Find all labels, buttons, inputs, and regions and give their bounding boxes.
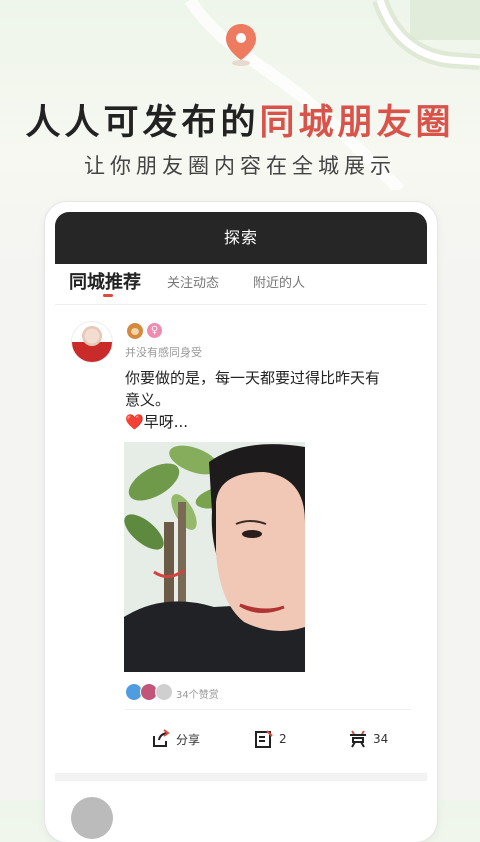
divider [125, 709, 411, 710]
reward-icon [350, 730, 366, 748]
username[interactable]: 并没有感同身受 [125, 344, 202, 360]
post-photo[interactable] [124, 442, 305, 672]
hero-title: 人人可发布的同城朋友圈 [0, 94, 480, 145]
post-separator [55, 773, 427, 781]
post-text-line: 意义。 [125, 391, 171, 409]
app-header: 探索 [55, 212, 427, 264]
comment-button[interactable]: 2 [254, 729, 287, 749]
share-icon [153, 729, 170, 747]
monkey-badge-icon [127, 323, 143, 339]
share-label: 分享 [176, 732, 201, 747]
tab-bar: 同城推荐 关注动态 附近的人 [55, 264, 427, 305]
selfie-photo [124, 442, 305, 672]
user-badges: ♀ [127, 323, 162, 339]
tab-nearby[interactable]: 附近的人 [253, 272, 305, 291]
header-title: 探索 [223, 228, 258, 247]
liker-avatars[interactable] [125, 683, 173, 701]
app-screen: 探索 同城推荐 关注动态 附近的人 ♀ 并没有感同身受 你要做的是，每一天都要过… [55, 212, 427, 842]
liker-avatar [155, 683, 173, 701]
hero-title-main: 人人可发布的 [25, 103, 260, 143]
post-text-line: 你要做的是，每一天都要过得比昨天有 [125, 369, 381, 387]
reward-button[interactable]: 34 [348, 729, 388, 749]
likes-count[interactable]: 34个赞赏 [176, 686, 219, 701]
phone-frame: 探索 同城推荐 关注动态 附近的人 ♀ 并没有感同身受 你要做的是，每一天都要过… [45, 202, 437, 842]
avatar[interactable] [71, 321, 113, 363]
heart-icon: ❤️ [125, 413, 144, 431]
avatar[interactable] [71, 797, 113, 839]
location-pin-icon [226, 24, 256, 66]
tab-following[interactable]: 关注动态 [167, 272, 219, 291]
hero-title-accent: 同城朋友圈 [259, 103, 455, 143]
tab-local-recommend[interactable]: 同城推荐 [69, 268, 141, 294]
comment-icon [255, 730, 273, 748]
active-tab-indicator [103, 294, 113, 297]
share-button[interactable]: 分享 [151, 729, 200, 749]
reward-count: 34 [373, 732, 389, 746]
female-icon: ♀ [147, 323, 162, 338]
comment-count: 2 [279, 732, 287, 746]
post-text: 你要做的是，每一天都要过得比昨天有 意义。 ❤️早呀... [125, 367, 425, 433]
hero-subtitle: 让你朋友圈内容在全城展示 [84, 154, 396, 178]
post-text-line: ❤️早呀... [125, 413, 188, 431]
